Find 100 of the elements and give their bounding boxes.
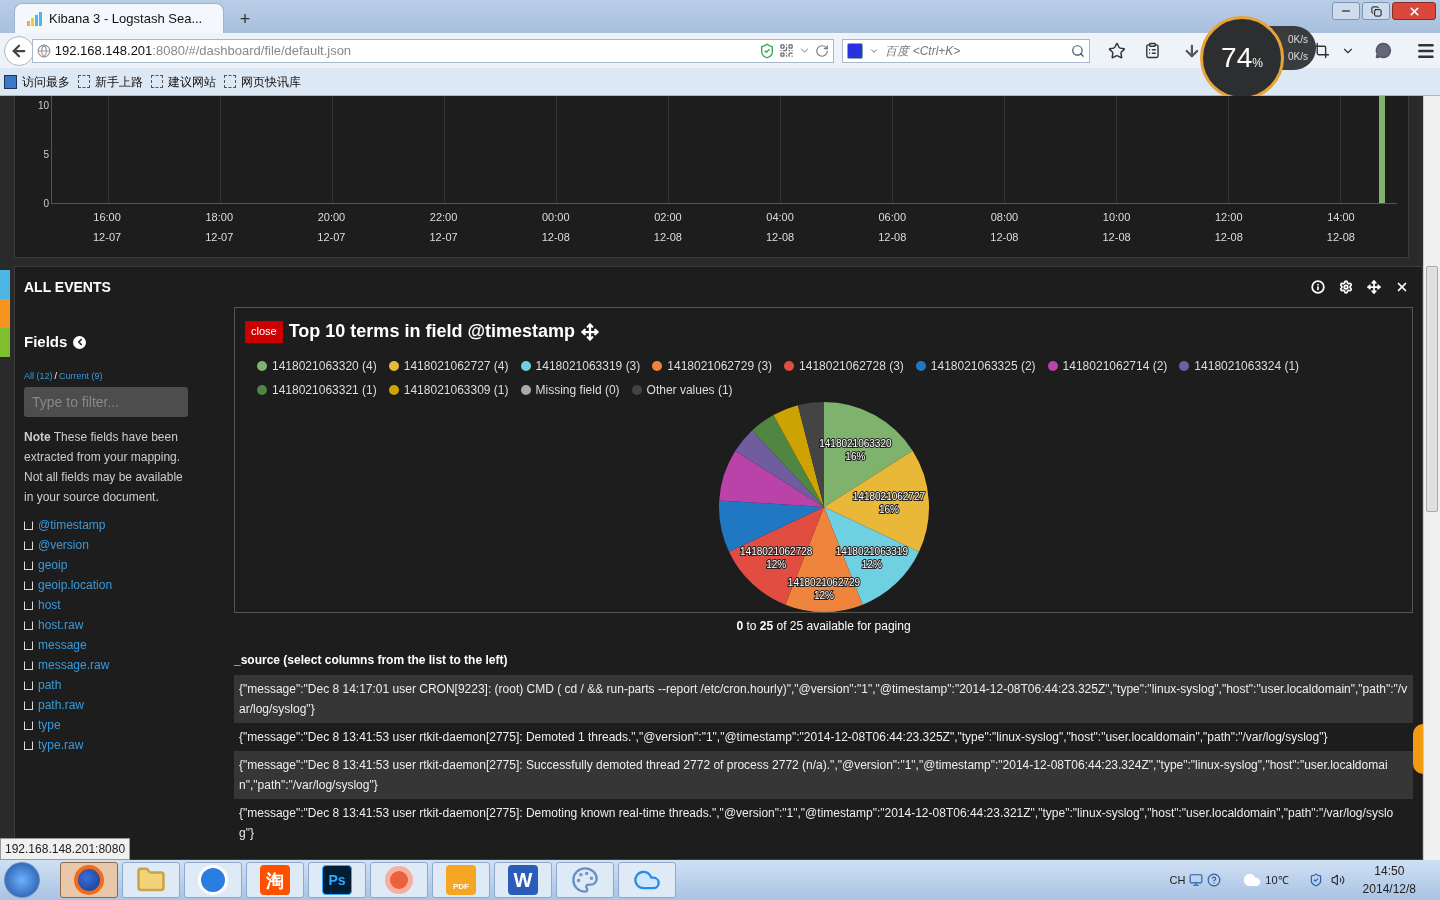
settings-icon[interactable] [1339, 280, 1353, 294]
search-icon[interactable] [1071, 43, 1086, 58]
current-fields-link[interactable]: Current (9) [59, 369, 103, 383]
checkbox[interactable] [24, 560, 33, 570]
restore-button[interactable] [1362, 2, 1390, 20]
gauge-value: 74% [1221, 41, 1263, 75]
clipboard-icon[interactable] [1143, 42, 1161, 59]
bookmark-link[interactable]: 访问最多 [22, 72, 70, 91]
taskbar-app[interactable] [618, 862, 676, 898]
palette-icon [571, 866, 599, 894]
field-link[interactable]: type.raw [38, 736, 84, 754]
taskbar-app[interactable] [60, 862, 118, 898]
page-icon [151, 75, 163, 88]
shield-icon[interactable] [1308, 873, 1323, 887]
x-axis-date: 12-07 [317, 231, 346, 243]
note-text: Note These fields have been extracted from your mapping. Not all fields may be available in your source document. [24, 429, 184, 506]
checkbox[interactable] [24, 520, 33, 530]
field-link[interactable]: geoip.location [38, 576, 113, 594]
word-icon: W [508, 865, 538, 895]
reload-icon[interactable] [815, 43, 830, 58]
field-link[interactable]: host.raw [38, 616, 84, 634]
x-axis-time: 18:00 [205, 211, 233, 223]
search-field[interactable]: 百度 <Ctrl+K> [842, 38, 1091, 63]
bookmark-star-icon[interactable] [1108, 41, 1126, 60]
source-heading: _source (select columns from the list to the left) [234, 652, 509, 669]
filter-field[interactable]: Type to filter... [24, 387, 188, 417]
field-link[interactable]: path.raw [38, 696, 85, 714]
x-axis-time: 14:00 [1327, 211, 1355, 223]
close-button[interactable] [1392, 2, 1436, 20]
scrollbar[interactable] [1423, 96, 1440, 860]
legend-label: 1418021063309 (1) [403, 382, 509, 399]
taskbar-app[interactable]: 淘 [246, 862, 304, 898]
legend-label: Missing field (0) [535, 382, 620, 399]
collapse-icon[interactable] [73, 335, 87, 349]
taskbar-app[interactable]: Ps [308, 862, 366, 898]
field-link[interactable]: @timestamp [38, 516, 106, 534]
start-button[interactable] [4, 862, 40, 898]
address-field[interactable]: 192.168.148.201:8080/#/dashboard/file/default.json [31, 38, 835, 63]
close-icon [1407, 4, 1421, 18]
move-icon[interactable] [580, 322, 599, 341]
tray-icon[interactable] [1189, 873, 1204, 887]
legend-label: 1418021062728 (3) [799, 358, 904, 375]
shield-icon [759, 42, 776, 59]
bookmark-folder-icon [4, 74, 17, 89]
checkbox[interactable] [24, 700, 33, 710]
taskbar-app[interactable] [184, 862, 242, 898]
checkbox[interactable] [24, 740, 33, 750]
temperature: 10℃ [1265, 872, 1289, 888]
checkbox[interactable] [24, 540, 33, 550]
field-link[interactable]: path [38, 676, 62, 694]
bookmark-link[interactable]: 新手上路 [95, 72, 143, 91]
checkbox[interactable] [24, 640, 33, 650]
checkbox[interactable] [24, 600, 33, 610]
bookmark-link[interactable]: 建议网站 [168, 72, 216, 91]
field-link[interactable]: @version [38, 536, 89, 554]
floating-orb-icon[interactable] [1413, 724, 1423, 774]
checkbox[interactable] [24, 580, 33, 590]
info-icon[interactable] [1311, 280, 1325, 294]
taskbar-app[interactable] [556, 862, 614, 898]
help-icon[interactable] [1207, 873, 1222, 887]
volume-icon[interactable] [1330, 873, 1345, 887]
restore-icon [1370, 5, 1382, 17]
checkbox[interactable] [24, 620, 33, 630]
close-button[interactable]: close [245, 320, 283, 343]
browser-tab[interactable]: Kibana 3 - Logstash Sea... [14, 3, 224, 33]
chat-icon[interactable] [1375, 42, 1393, 59]
checkbox[interactable] [24, 660, 33, 670]
new-tab-button[interactable]: + [230, 5, 260, 33]
y-axis-label: 10 [37, 100, 49, 112]
legend-label: 1418021063324 (1) [1194, 358, 1300, 375]
slice-label: 1418021062728 12% [739, 545, 812, 570]
x-axis-time: 00:00 [541, 211, 570, 223]
legend-label: 1418021063320 (4) [272, 358, 377, 375]
checkbox[interactable] [24, 680, 33, 690]
photoshop-icon: Ps [322, 865, 352, 895]
back-button[interactable] [4, 35, 34, 66]
close-icon[interactable] [1395, 280, 1409, 294]
move-icon[interactable] [1367, 280, 1381, 294]
bookmark-link[interactable]: 网页快讯库 [241, 72, 301, 91]
tab-title: Kibana 3 - Logstash Sea... [49, 9, 203, 28]
x-axis-date: 12-08 [766, 231, 795, 243]
taskbar-app[interactable] [370, 862, 428, 898]
clock-time: 14:50 [1374, 863, 1405, 880]
minimize-button[interactable] [1332, 2, 1360, 20]
checkbox[interactable] [24, 720, 33, 730]
taskbar-app[interactable]: W [494, 862, 552, 898]
field-link[interactable]: type [38, 716, 61, 734]
qr-code-icon [779, 43, 795, 58]
x-axis-date: 12-07 [93, 231, 122, 243]
x-axis-time: 16:00 [93, 211, 121, 223]
field-link[interactable]: geoip [38, 556, 68, 574]
bar-chart-icon [27, 11, 43, 26]
x-axis-time: 08:00 [990, 211, 1019, 223]
legend-label: 1418021062727 (4) [403, 358, 509, 375]
all-fields-link[interactable]: All (12) [24, 369, 53, 383]
language-indicator[interactable]: CH [1169, 871, 1186, 889]
field-link[interactable]: message.raw [38, 656, 110, 674]
field-link[interactable]: message [38, 636, 87, 654]
slice-label: 1418021062727 16% [852, 490, 925, 515]
field-link[interactable]: host [38, 596, 61, 614]
